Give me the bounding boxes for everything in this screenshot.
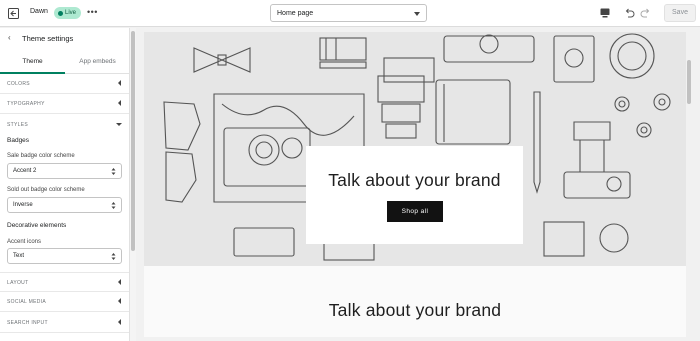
save-button[interactable]: Save	[664, 4, 696, 22]
select-arrows-icon	[111, 202, 116, 209]
accent-icons-value: Text	[13, 253, 25, 259]
sidebar-scrollbar-thumb[interactable]	[131, 31, 135, 251]
select-arrows-icon	[111, 253, 116, 260]
sold-out-badge-label: Sold out badge color scheme	[7, 187, 85, 193]
section-search-input[interactable]: SEARCH INPUT	[0, 313, 129, 333]
chevron-left-icon	[118, 279, 121, 285]
sale-badge-value: Accent 2	[13, 168, 37, 174]
select-arrows-icon	[111, 168, 116, 175]
section-social-media[interactable]: SOCIAL MEDIA	[0, 292, 129, 312]
accent-icons-select[interactable]: Text	[7, 248, 122, 264]
live-label: Live	[65, 10, 77, 16]
hero-content-box: Talk about your brand Shop all	[306, 146, 523, 244]
chevron-left-icon	[118, 298, 121, 304]
chevron-left-icon[interactable]: ‹	[8, 34, 11, 42]
more-icon[interactable]: •••	[87, 8, 98, 17]
sidebar-tabs: Theme App embeds	[0, 54, 129, 74]
page-select-value: Home page	[277, 10, 314, 17]
section-layout-label: LAYOUT	[7, 280, 29, 286]
live-badge: Live	[54, 7, 82, 19]
sold-out-badge-value: Inverse	[13, 202, 33, 208]
section-layout[interactable]: LAYOUT	[0, 272, 129, 292]
theme-name: Dawn	[30, 8, 48, 15]
page-select[interactable]: Home page	[270, 4, 427, 22]
redo-icon[interactable]	[640, 7, 651, 18]
sold-out-badge-select[interactable]: Inverse	[7, 197, 122, 213]
sidebar-header: ‹ Theme settings	[0, 28, 129, 48]
chevron-left-icon	[118, 100, 121, 106]
hero-title: Talk about your brand	[328, 170, 501, 190]
accent-icons-label: Accent icons	[7, 239, 42, 245]
live-dot-icon	[58, 10, 63, 16]
sidebar-title: Theme settings	[22, 34, 74, 43]
exit-icon[interactable]	[8, 8, 19, 19]
tab-theme[interactable]: Theme	[0, 54, 65, 74]
section-styles[interactable]: STYLES	[0, 115, 129, 135]
shop-all-button[interactable]: Shop all	[387, 201, 443, 222]
tab-app-embeds[interactable]: App embeds	[65, 54, 129, 74]
sale-badge-select[interactable]: Accent 2	[7, 163, 122, 179]
undo-icon[interactable]	[624, 7, 635, 18]
hero-banner: Talk about your brand Shop all	[144, 32, 686, 266]
store-preview: Talk about your brand Shop all Talk abou…	[144, 32, 686, 337]
section-styles-label: STYLES	[7, 122, 28, 128]
top-bar: Dawn Live ••• Home page Save	[0, 0, 700, 27]
device-icon[interactable]	[600, 8, 610, 18]
rich-text-inner: Talk about your brand	[144, 266, 686, 337]
section-colors[interactable]: COLORS	[0, 74, 129, 94]
badges-heading: Badges	[7, 137, 30, 144]
rich-text-title: Talk about your brand	[328, 300, 502, 320]
section-typography[interactable]: TYPOGRAPHY	[0, 94, 129, 114]
preview-scrollbar-thumb[interactable]	[687, 60, 691, 104]
chevron-down-icon	[414, 12, 420, 16]
sidebar: ‹ Theme settings Theme App embeds COLORS…	[0, 28, 130, 341]
rich-text-section: Talk about your brand	[144, 266, 686, 337]
sale-badge-label: Sale badge color scheme	[7, 153, 75, 159]
chevron-left-icon	[118, 80, 121, 86]
chevron-down-icon	[116, 123, 122, 126]
section-typography-label: TYPOGRAPHY	[7, 101, 45, 107]
decorative-heading: Decorative elements	[7, 222, 67, 229]
section-colors-label: COLORS	[7, 81, 30, 87]
section-search-input-label: SEARCH INPUT	[7, 320, 48, 326]
section-social-media-label: SOCIAL MEDIA	[7, 299, 46, 305]
chevron-left-icon	[118, 319, 121, 325]
